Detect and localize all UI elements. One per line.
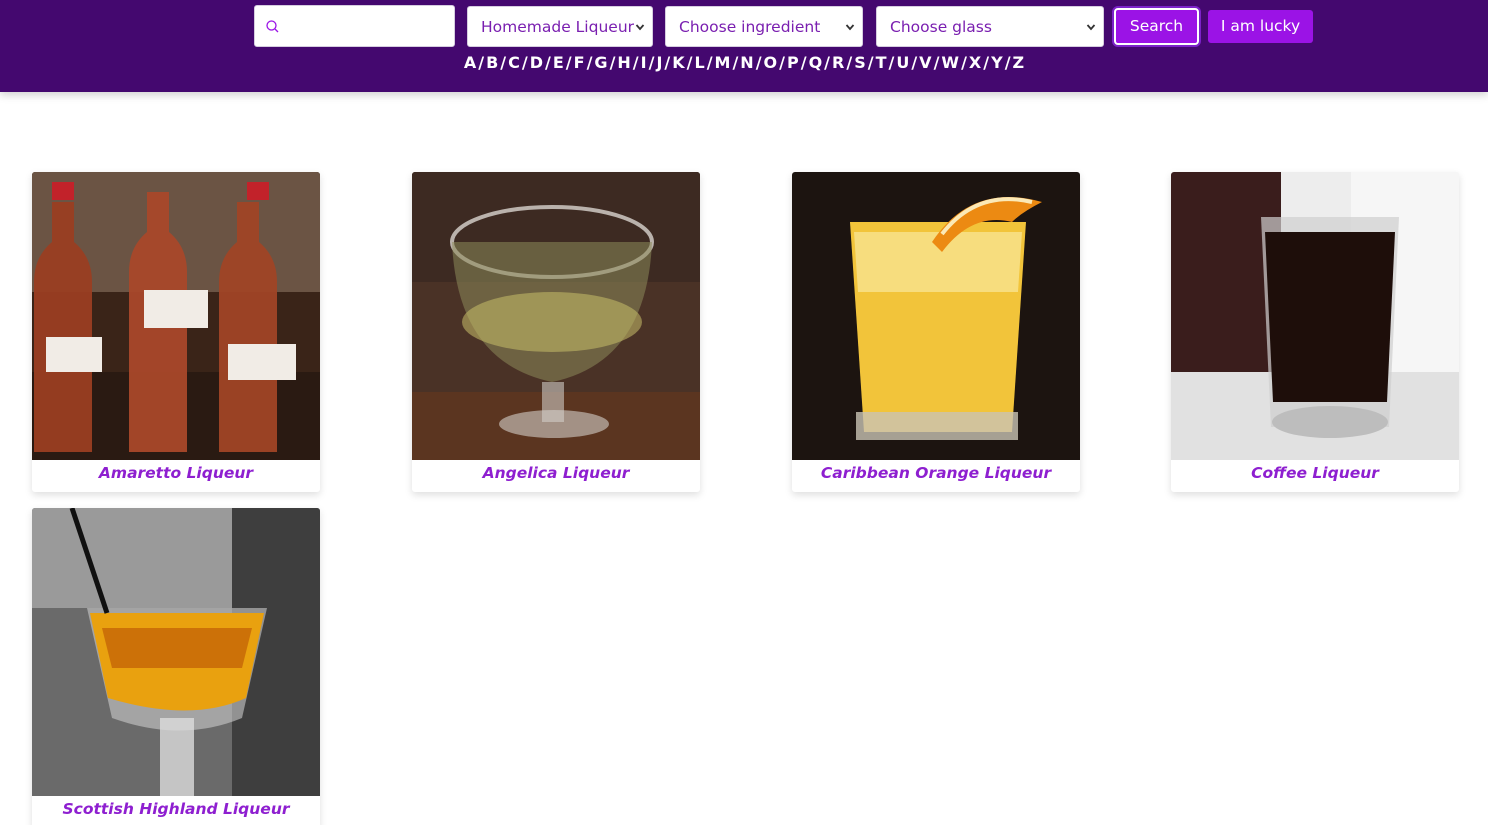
alphabet-link-k[interactable]: K [672, 53, 684, 72]
alphabet-link-i[interactable]: I [641, 53, 647, 72]
alphabet-link-n[interactable]: N [740, 53, 753, 72]
drink-name[interactable]: Caribbean Orange Liqueur [792, 464, 1080, 482]
alphabet-separator: / [586, 53, 593, 72]
alphabet-separator: / [961, 53, 967, 72]
alphabet-link-m[interactable]: M [715, 53, 731, 72]
alphabet-separator: / [846, 53, 853, 72]
alphabet-separator: / [632, 53, 639, 72]
alphabet-link-w[interactable]: W [941, 53, 959, 72]
drink-photo[interactable] [32, 508, 320, 796]
drink-photo[interactable] [1171, 172, 1459, 460]
alphabet-link-q[interactable]: Q [809, 53, 823, 72]
chevron-down-icon [1086, 24, 1096, 31]
alphabet-link-b[interactable]: B [486, 53, 498, 72]
glass-select[interactable]: Choose glass [876, 6, 1104, 47]
alphabet-separator: / [545, 53, 551, 72]
drink-photo[interactable] [792, 172, 1080, 460]
alphabet-link-x[interactable]: X [969, 53, 981, 72]
alphabet-link-r[interactable]: R [832, 53, 844, 72]
alphabet-link-h[interactable]: H [617, 53, 630, 72]
alphabet-separator: / [706, 53, 713, 72]
alphabet-separator: / [500, 53, 507, 72]
alphabet-link-z[interactable]: Z [1013, 53, 1025, 72]
ingredient-select-value: Choose ingredient [679, 18, 821, 36]
alphabet-separator: / [824, 53, 831, 72]
alphabet-separator: / [867, 53, 874, 72]
alphabet-link-j[interactable]: J [656, 53, 662, 72]
alphabet-separator: / [933, 53, 940, 72]
alphabet-link-l[interactable]: L [694, 53, 704, 72]
alphabet-separator: / [755, 53, 762, 72]
search-input[interactable] [285, 12, 445, 40]
alphabet-link-f[interactable]: F [574, 53, 585, 72]
magnifier-icon [266, 20, 279, 33]
alphabet-separator: / [686, 53, 693, 72]
alphabet-link-a[interactable]: A [464, 53, 476, 72]
alphabet-separator: / [1004, 53, 1011, 72]
search-button[interactable]: Search [1114, 8, 1199, 45]
alphabet-link-s[interactable]: S [854, 53, 866, 72]
category-select-value: Homemade Liqueur [481, 18, 635, 36]
alphabet-separator: / [911, 53, 918, 72]
search-box[interactable] [254, 5, 455, 47]
alphabet-separator: / [779, 53, 785, 72]
drink-card[interactable]: Caribbean Orange Liqueur [792, 172, 1080, 492]
drink-photo[interactable] [32, 172, 320, 460]
drink-card[interactable]: Angelica Liqueur [412, 172, 700, 492]
alphabet-link-o[interactable]: O [764, 53, 778, 72]
drink-card[interactable]: Amaretto Liqueur [32, 172, 320, 492]
category-select[interactable]: Homemade Liqueur [467, 6, 653, 47]
drink-name[interactable]: Amaretto Liqueur [32, 464, 320, 482]
drink-photo[interactable] [412, 172, 700, 460]
ingredient-select[interactable]: Choose ingredient [665, 6, 863, 47]
alphabet-link-t[interactable]: T [876, 53, 887, 72]
alphabet-separator: / [521, 53, 528, 72]
alphabet-link-v[interactable]: V [919, 53, 931, 72]
alphabet-separator: / [648, 53, 655, 72]
alphabet-separator: / [800, 53, 807, 72]
alphabet-nav: A / B / C / D / E / F / G / H / I / J / K / L / M / N / O / P / Q / R / S / T /… [0, 53, 1488, 75]
alphabet-link-y[interactable]: Y [991, 53, 1003, 72]
alphabet-separator: / [609, 53, 616, 72]
lucky-button[interactable]: I am lucky [1208, 10, 1313, 43]
chevron-down-icon [845, 24, 855, 31]
glass-select-value: Choose glass [890, 18, 992, 36]
alphabet-link-p[interactable]: P [787, 53, 799, 72]
alphabet-separator: / [983, 53, 990, 72]
header-bar: Homemade Liqueur Choose ingredient Choos… [0, 0, 1488, 92]
chevron-down-icon [635, 24, 645, 31]
alphabet-separator: / [732, 53, 739, 72]
drink-card[interactable]: Coffee Liqueur [1171, 172, 1459, 492]
alphabet-link-c[interactable]: C [508, 53, 520, 72]
alphabet-separator: / [478, 53, 485, 72]
alphabet-separator: / [888, 53, 895, 72]
alphabet-separator: / [565, 53, 572, 72]
drink-name[interactable]: Scottish Highland Liqueur [32, 800, 320, 818]
alphabet-link-u[interactable]: U [896, 53, 909, 72]
alphabet-link-g[interactable]: G [594, 53, 607, 72]
drink-card[interactable]: Scottish Highland Liqueur [32, 508, 320, 825]
drink-name[interactable]: Coffee Liqueur [1171, 464, 1459, 482]
drink-name[interactable]: Angelica Liqueur [412, 464, 700, 482]
alphabet-link-e[interactable]: E [553, 53, 564, 72]
alphabet-link-d[interactable]: D [530, 53, 543, 72]
alphabet-separator: / [664, 53, 671, 72]
